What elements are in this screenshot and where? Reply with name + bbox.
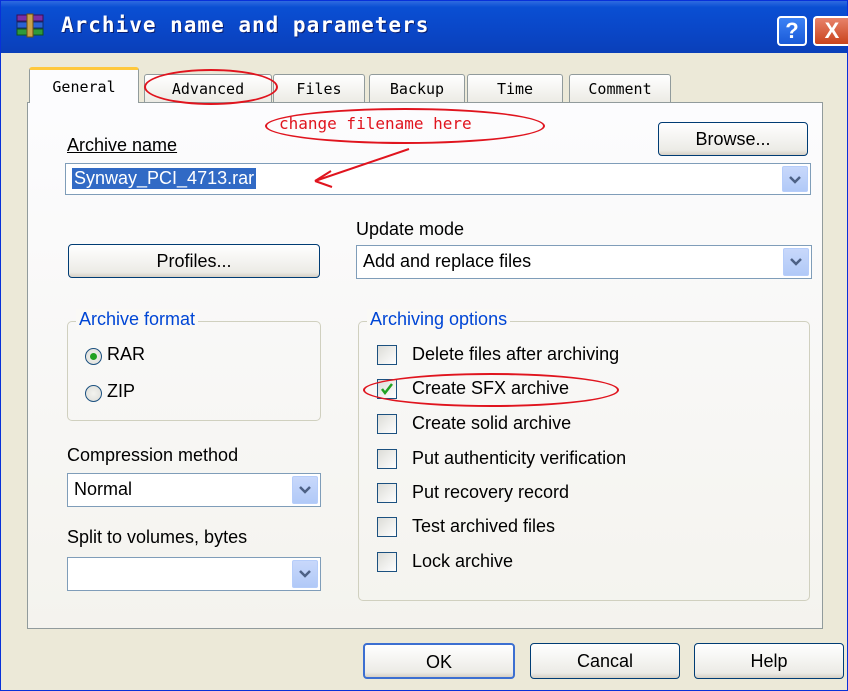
compression-value: Normal xyxy=(74,479,133,499)
chevron-down-icon xyxy=(299,570,311,578)
test-archived-label[interactable]: Test archived files xyxy=(412,516,555,537)
recovery-record-label[interactable]: Put recovery record xyxy=(412,482,569,503)
lock-archive-label[interactable]: Lock archive xyxy=(412,551,513,572)
annotation-sfx-oval xyxy=(363,373,619,407)
tab-comment[interactable]: Comment xyxy=(569,74,671,102)
tab-time[interactable]: Time xyxy=(467,74,563,102)
test-archived-checkbox[interactable] xyxy=(377,517,397,537)
split-dropdown[interactable] xyxy=(292,560,318,588)
window-title: Archive name and parameters xyxy=(61,13,430,37)
title-bar[interactable]: Archive name and parameters ? X xyxy=(1,1,848,53)
archive-format-title: Archive format xyxy=(76,309,199,330)
zip-radio[interactable] xyxy=(85,385,102,402)
annotation-advanced-oval xyxy=(144,69,278,105)
archive-name-input[interactable]: Synway_PCI_4713.rar xyxy=(72,168,257,189)
tab-files[interactable]: Files xyxy=(273,74,365,102)
title-close-button[interactable]: X xyxy=(813,16,848,46)
help-button[interactable]: Help xyxy=(694,643,844,679)
compression-combo[interactable]: Normal xyxy=(67,473,321,507)
zip-label[interactable]: ZIP xyxy=(107,381,135,402)
compression-label: Compression method xyxy=(67,445,239,465)
update-mode-label: Update mode xyxy=(356,219,465,239)
rar-label[interactable]: RAR xyxy=(107,344,145,365)
update-mode-combo[interactable]: Add and replace files xyxy=(356,245,812,279)
chevron-down-icon xyxy=(789,176,801,184)
recovery-record-checkbox[interactable] xyxy=(377,483,397,503)
radio-selected-dot xyxy=(90,353,97,360)
title-help-button[interactable]: ? xyxy=(777,16,807,46)
delete-files-checkbox[interactable] xyxy=(377,345,397,365)
archive-name-combo[interactable]: Synway_PCI_4713.rar xyxy=(65,163,811,195)
update-mode-value: Add and replace files xyxy=(363,251,532,271)
browse-button[interactable]: Browse... xyxy=(658,122,808,156)
archiving-options-title: Archiving options xyxy=(367,309,511,330)
rar-radio[interactable] xyxy=(85,348,102,365)
chevron-down-icon xyxy=(790,258,802,266)
dialog-window: Archive name and parameters ? X General … xyxy=(0,0,848,691)
split-combo[interactable] xyxy=(67,557,321,591)
annotation-arrow xyxy=(314,148,410,188)
archive-name-dropdown[interactable] xyxy=(782,166,808,192)
split-label: Split to volumes, bytes xyxy=(67,527,248,547)
create-solid-label[interactable]: Create solid archive xyxy=(412,413,571,434)
create-solid-checkbox[interactable] xyxy=(377,414,397,434)
authenticity-checkbox[interactable] xyxy=(377,449,397,469)
archive-name-label: Archive name xyxy=(67,135,177,156)
tab-general[interactable]: General xyxy=(29,67,139,103)
tab-backup[interactable]: Backup xyxy=(369,74,465,102)
authenticity-label[interactable]: Put authenticity verification xyxy=(412,448,626,469)
lock-archive-checkbox[interactable] xyxy=(377,552,397,572)
delete-files-label[interactable]: Delete files after archiving xyxy=(412,344,619,365)
archive-name-label-text: Archive name xyxy=(67,135,178,155)
update-mode-dropdown[interactable] xyxy=(783,248,809,276)
winrar-icon xyxy=(16,13,44,38)
compression-dropdown[interactable] xyxy=(292,476,318,504)
chevron-down-icon xyxy=(299,486,311,494)
ok-button[interactable]: OK xyxy=(363,643,515,679)
cancel-button[interactable]: Cancal xyxy=(530,643,680,679)
archive-format-group: Archive format xyxy=(67,309,321,421)
profiles-button[interactable]: Profiles... xyxy=(68,244,320,278)
annotation-note: change filename here xyxy=(279,114,472,133)
